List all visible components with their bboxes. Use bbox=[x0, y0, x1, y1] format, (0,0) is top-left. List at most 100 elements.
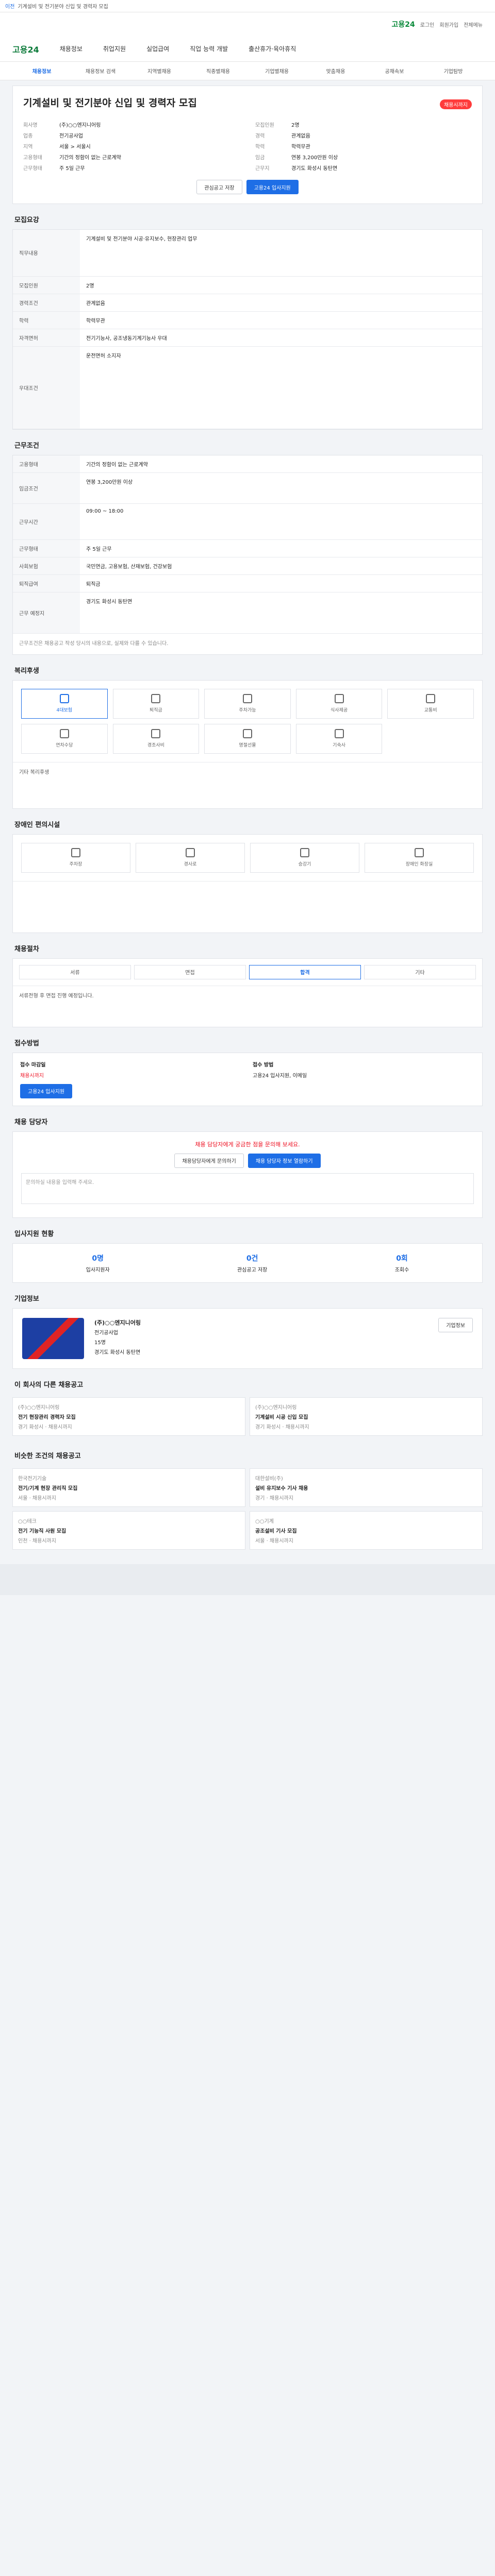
card-meta: 경기 화성시 · 채용시까지 bbox=[18, 1424, 72, 1430]
company-panel: (주)○○엔지니어링 전기공사업 15명 경기도 화성시 동탄면 기업정보 bbox=[12, 1308, 483, 1369]
kv-key: 학력 bbox=[255, 144, 265, 150]
parking-icon bbox=[71, 848, 80, 857]
lnb-item[interactable]: 직종별채용 bbox=[189, 67, 248, 75]
insurance-icon bbox=[59, 694, 69, 703]
login-link[interactable]: 로그인 bbox=[420, 21, 435, 28]
card-company: (주)○○엔지니어링 bbox=[18, 1404, 60, 1411]
kv-key: 업종 bbox=[23, 133, 33, 139]
card-company: ○○테크 bbox=[18, 1518, 37, 1524]
welfare-tile: 퇴직금 bbox=[112, 688, 200, 719]
process-step[interactable]: 면접 bbox=[134, 964, 246, 979]
row-value: 기계설비 및 전기분야 시공·유지보수, 현장관리 업무 bbox=[80, 230, 482, 277]
global-nav: 고용24 채용정보 취업지원 실업급여 직업 능력 개발 출산휴가·육아휴직 bbox=[0, 36, 495, 62]
gnb-item-leave[interactable]: 출산휴가·육아휴직 bbox=[249, 44, 296, 53]
tile-label: 식사제공 bbox=[331, 708, 348, 713]
apply-button[interactable]: 고용24 입사지원 bbox=[246, 180, 299, 194]
tile-label: 기숙사 bbox=[333, 743, 346, 748]
signup-link[interactable]: 회원가입 bbox=[439, 21, 458, 28]
tile-label: 4대보험 bbox=[56, 708, 73, 713]
lnb-item[interactable]: 기업별채용 bbox=[248, 67, 306, 75]
process-panel: 서류 면접 합격 기타 서류전형 후 면접 진행 예정입니다. bbox=[12, 958, 483, 1027]
allmenu-link[interactable]: 전체메뉴 bbox=[464, 21, 483, 28]
row-key: 자격면허 bbox=[13, 329, 80, 347]
related-card[interactable]: (주)○○엔지니어링전기 현장관리 경력자 모집경기 화성시 · 채용시까지 bbox=[12, 1397, 245, 1436]
scrap-button[interactable]: 관심공고 저장 bbox=[196, 180, 242, 194]
tab-title: 기계설비 및 전기분야 신입 및 경력자 모집 bbox=[18, 4, 108, 10]
lnb-item[interactable]: 기업탐방 bbox=[424, 67, 483, 75]
process-step[interactable]: 합격 bbox=[249, 964, 361, 979]
kv-key: 임금 bbox=[255, 155, 265, 161]
brand-logo[interactable]: 고용24 bbox=[392, 19, 415, 29]
parking-icon bbox=[242, 694, 252, 703]
similar-card[interactable]: ○○기계 공조설비 기사 모집 서울 · 채용시까지 bbox=[250, 1511, 483, 1550]
row-value: 연봉 3,200만원 이상 bbox=[80, 472, 482, 504]
welfare-panel: 4대보험 퇴직금 주차가능 식사제공 교통비 연차수당 경조사비 명절선물 기숙… bbox=[12, 680, 483, 809]
back-link[interactable]: 이전 bbox=[5, 2, 14, 10]
stat-label: 입사지원자 bbox=[86, 1267, 110, 1273]
lnb-item[interactable]: 채용정보 bbox=[12, 67, 71, 75]
lnb-item[interactable]: 맞춤채용 bbox=[306, 67, 365, 75]
row-value: 기간의 정함이 없는 근로계약 bbox=[80, 455, 482, 473]
welfare-tile: 경조사비 bbox=[112, 723, 200, 754]
local-nav: 채용정보 채용정보 검색 지역별채용 직종별채용 기업별채용 맞춤채용 공채속보… bbox=[0, 62, 495, 80]
period-label: 접수 마감일 bbox=[20, 1062, 46, 1068]
card-meta: 경기 · 채용시까지 bbox=[255, 1495, 293, 1501]
facility-tile: 주차장 bbox=[21, 842, 130, 873]
row-key: 퇴직급여 bbox=[13, 574, 80, 592]
process-step[interactable]: 기타 bbox=[364, 964, 476, 979]
company-industry: 전기공사업 bbox=[94, 1330, 118, 1336]
kv-value: 연봉 3,200만원 이상 bbox=[291, 155, 338, 161]
method-value: 고용24 입사지원, 이메일 bbox=[253, 1073, 307, 1079]
row-value: 경기도 화성시 동탄면 bbox=[80, 592, 482, 634]
row-value: 전기기능사, 공조냉동기계기능사 우대 bbox=[80, 329, 482, 347]
tile-label: 경조사비 bbox=[147, 743, 164, 748]
contact-inquiry-button[interactable]: 채용담당자에게 문의하기 bbox=[174, 1153, 244, 1168]
card-company: 대한설비(주) bbox=[255, 1476, 283, 1482]
row-key: 근무시간 bbox=[13, 503, 80, 540]
gnb-item-training[interactable]: 직업 능력 개발 bbox=[190, 44, 228, 53]
how-apply-button[interactable]: 고용24 입사지원 bbox=[20, 1083, 73, 1098]
company-info-button[interactable]: 기업정보 bbox=[438, 1317, 473, 1332]
kv-key: 경력 bbox=[255, 133, 265, 139]
house-icon bbox=[334, 729, 344, 738]
similar-card[interactable]: 한국전기기술 전기/기계 현장 관리직 모집 서울 · 채용시까지 bbox=[12, 1468, 245, 1507]
card-title: 전기/기계 현장 관리직 모집 bbox=[18, 1485, 78, 1492]
welfare-tile: 4대보험 bbox=[21, 688, 108, 719]
kv-key: 근무형태 bbox=[23, 166, 42, 172]
card-meta: 서울 · 채용시까지 bbox=[18, 1495, 56, 1501]
stat-item: 0건 관심공고 저장 bbox=[237, 1253, 267, 1273]
kv-key: 지역 bbox=[23, 144, 33, 150]
card-title: 전기 현장관리 경력자 모집 bbox=[18, 1414, 76, 1420]
facility-tile: 승강기 bbox=[250, 842, 359, 873]
stat-item: 0회 조회수 bbox=[395, 1253, 409, 1273]
row-key: 경력조건 bbox=[13, 294, 80, 312]
job-title: 기계설비 및 전기분야 신입 및 경력자 모집 bbox=[23, 97, 197, 109]
gnb-item-benefit[interactable]: 실업급여 bbox=[146, 44, 169, 53]
method-label: 접수 방법 bbox=[253, 1062, 274, 1068]
similar-card[interactable]: ○○테크 전기 기능직 사원 모집 인천 · 채용시까지 bbox=[12, 1511, 245, 1550]
lnb-item[interactable]: 지역별채용 bbox=[130, 67, 189, 75]
row-key: 근무형태 bbox=[13, 539, 80, 557]
kv-key: 회사명 bbox=[23, 123, 38, 128]
related-card[interactable]: (주)○○엔지니어링 기계설비 시공 신입 모집 경기 화성시 · 채용시까지 bbox=[250, 1397, 483, 1436]
lnb-item[interactable]: 채용정보 검색 bbox=[71, 67, 130, 75]
stat-value: 0회 bbox=[396, 1254, 408, 1263]
section-title-conditions: 근무조건 bbox=[14, 442, 39, 450]
money-icon bbox=[151, 694, 161, 703]
section-title-welfare: 복리후생 bbox=[14, 667, 39, 675]
card-title: 공조설비 기사 모집 bbox=[255, 1528, 297, 1534]
lnb-item[interactable]: 공채속보 bbox=[365, 67, 424, 75]
card-title: 설비 유지보수 기사 채용 bbox=[255, 1485, 308, 1492]
similar-card[interactable]: 대한설비(주) 설비 유지보수 기사 채용경기 · 채용시까지 bbox=[250, 1468, 483, 1507]
how-panel: 접수 마감일 채용시까지 고용24 입사지원 접수 방법 고용24 입사지원, … bbox=[12, 1052, 483, 1106]
job-summary: 기계설비 및 전기분야 신입 및 경력자 모집 채용시까지 회사명 (주)○○엔지… bbox=[12, 86, 483, 204]
contact-message: 채용 담당자에게 궁금한 점을 문의해 보세요. bbox=[195, 1141, 300, 1148]
process-step[interactable]: 서류 bbox=[19, 964, 131, 979]
site-logo[interactable]: 고용24 bbox=[12, 43, 39, 55]
row-value: 학력무관 bbox=[80, 311, 482, 329]
kv-key: 모집인원 bbox=[255, 123, 274, 128]
gnb-item-jobs[interactable]: 채용정보 bbox=[60, 44, 82, 53]
gnb-item-support[interactable]: 취업지원 bbox=[103, 44, 126, 53]
inquiry-textarea[interactable]: 문의하실 내용을 입력해 주세요. bbox=[21, 1173, 474, 1204]
contact-info-button[interactable]: 채용 담당자 정보 열람하기 bbox=[248, 1153, 321, 1168]
